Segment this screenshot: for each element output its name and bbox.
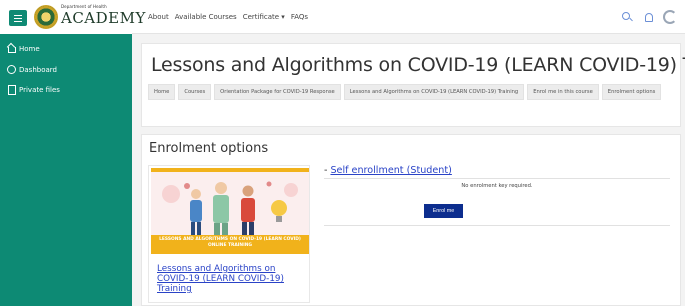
breadcrumb-home[interactable]: Home xyxy=(148,84,176,100)
enrol-me-button[interactable]: Enrol me xyxy=(424,204,463,218)
divider xyxy=(324,225,670,226)
home-icon xyxy=(7,44,16,53)
sidebar-item-dashboard[interactable]: Dashboard xyxy=(7,65,57,74)
breadcrumb-category[interactable]: Orientation Package for COVID-19 Respons… xyxy=(214,84,341,100)
breadcrumb-enrol[interactable]: Enrol me in this course xyxy=(527,84,599,100)
course-image-caption: LESSONS AND ALGORITHMS ON COVID-19 (LEAR… xyxy=(159,237,301,248)
navbar-actions xyxy=(621,10,677,24)
nav-link-faqs[interactable]: FAQs xyxy=(291,13,308,21)
site-logo[interactable]: Department of Health ACADEMY xyxy=(34,3,145,31)
breadcrumb-courses[interactable]: Courses xyxy=(178,84,212,100)
sidebar-item-home[interactable]: Home xyxy=(7,44,40,53)
main-region: Lessons and Algorithms on COVID-19 (LEAR… xyxy=(132,34,685,306)
enrolment-heading: Enrolment options xyxy=(149,141,269,156)
nav-link-certificate-dropdown[interactable]: Certificate ▾ xyxy=(243,13,285,21)
breadcrumb: Home Courses Orientation Package for COV… xyxy=(148,84,678,100)
no-enrolment-key-text: No enrolment key required. xyxy=(461,183,533,189)
nav-link-available-courses[interactable]: Available Courses xyxy=(175,13,237,21)
health-workers-illustration xyxy=(162,181,298,235)
breadcrumb-course[interactable]: Lessons and Algorithms on COVID-19 (LEAR… xyxy=(343,84,525,100)
divider xyxy=(324,178,670,179)
app-window: Department of Health ACADEMY About Avail… xyxy=(0,0,685,306)
navbar-brand-area: Department of Health ACADEMY xyxy=(0,0,145,34)
seal-icon xyxy=(34,5,58,29)
course-image[interactable]: LESSONS AND ALGORITHMS ON COVID-19 (LEAR… xyxy=(151,168,309,254)
bell-icon[interactable] xyxy=(642,11,654,23)
user-avatar[interactable] xyxy=(663,10,677,24)
course-summary: LESSONS AND ALGORITHMS ON COVID-19 (LEAR… xyxy=(148,165,310,303)
self-enrolment-toggle[interactable]: - Self enrollment (Student) xyxy=(324,165,452,176)
breadcrumb-enrolment-options[interactable]: Enrolment options xyxy=(601,84,662,100)
collapse-dash-icon: - xyxy=(324,165,328,176)
course-title-link[interactable]: Lessons and Algorithms on COVID-19 (LEAR… xyxy=(157,264,307,294)
sidebar: Home Dashboard Private files xyxy=(0,34,132,306)
file-icon xyxy=(7,85,16,95)
hamburger-menu-icon[interactable] xyxy=(9,10,27,26)
dashboard-icon xyxy=(7,65,16,74)
navbar-links: About Available Courses Certificate ▾ FA… xyxy=(148,13,308,21)
sidebar-item-label: Home xyxy=(19,44,40,53)
sidebar-item-private-files[interactable]: Private files xyxy=(7,85,60,95)
self-enrolment-title: Self enrollment (Student) xyxy=(330,165,452,176)
logo-title: ACADEMY xyxy=(61,9,146,27)
sidebar-item-label: Private files xyxy=(19,85,60,94)
top-navbar: Department of Health ACADEMY About Avail… xyxy=(0,0,685,34)
page-header: Lessons and Algorithms on COVID-19 (LEAR… xyxy=(141,43,685,127)
search-icon[interactable] xyxy=(621,11,633,23)
nav-link-about[interactable]: About xyxy=(148,13,169,21)
sidebar-item-label: Dashboard xyxy=(19,65,57,74)
page-title: Lessons and Algorithms on COVID-19 (LEAR… xyxy=(151,54,685,76)
enrolment-card: Enrolment options LESSONS AND ALGORITHMS… xyxy=(141,134,681,306)
